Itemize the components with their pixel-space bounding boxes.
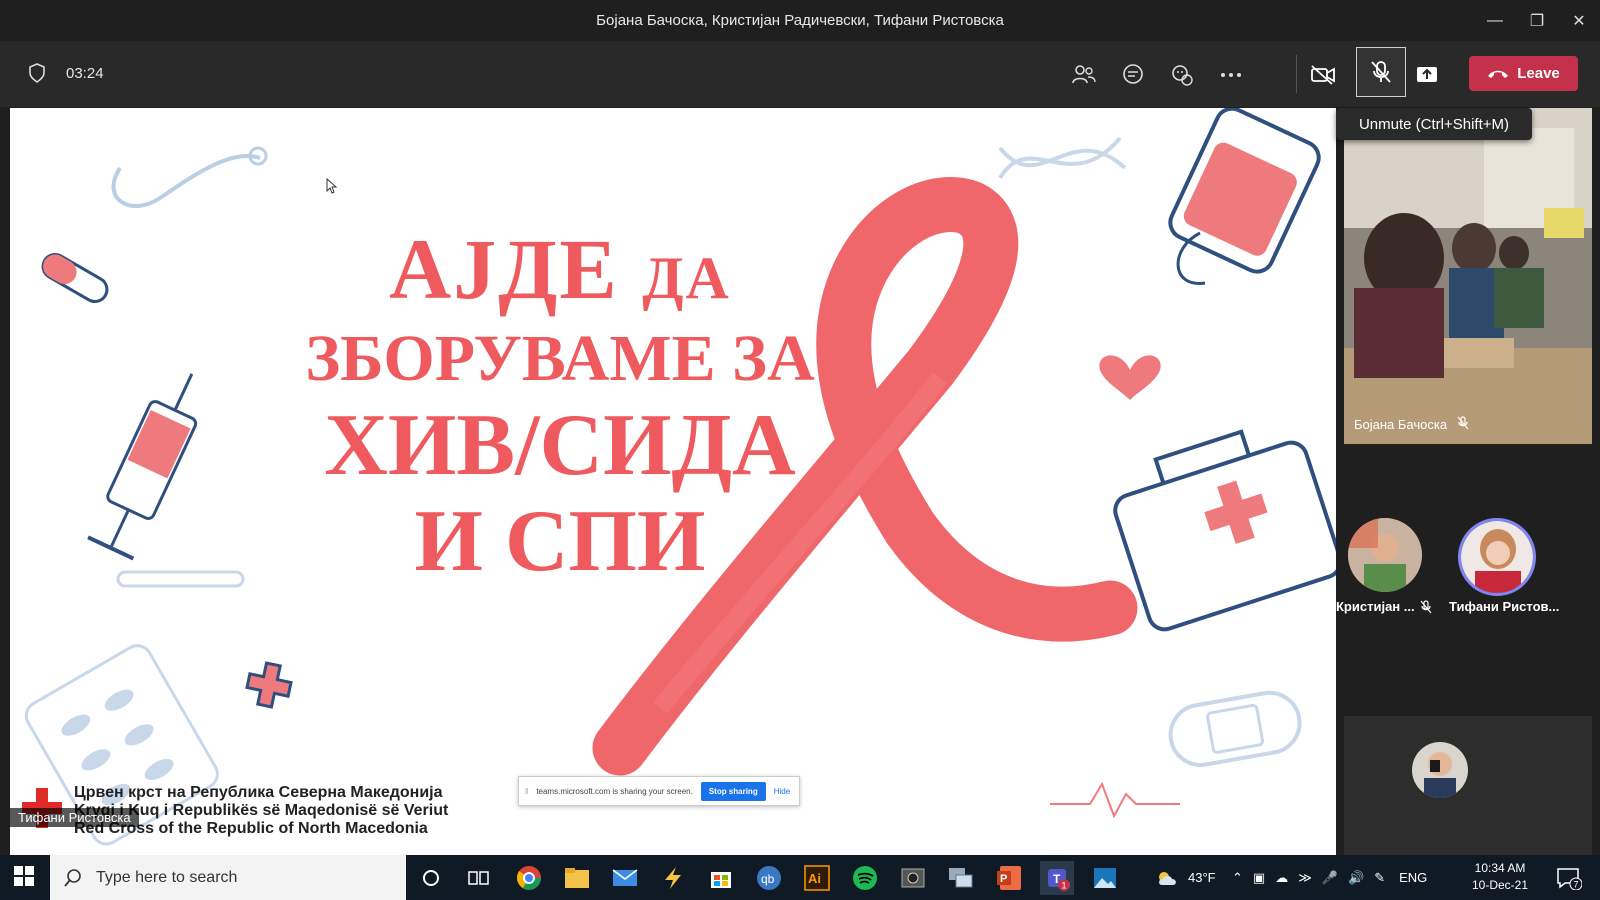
powerpoint-icon[interactable]: P — [992, 861, 1026, 895]
illustrator-icon[interactable]: Ai — [800, 861, 834, 895]
windows-start-icon[interactable] — [14, 866, 34, 886]
headline-line4: И СПИ — [414, 493, 706, 590]
search-icon — [64, 868, 81, 887]
volume-icon[interactable]: 🔊 — [1348, 870, 1364, 886]
notification-count: 7 — [1574, 880, 1579, 890]
clock-time: 10:34 AM — [1474, 861, 1526, 875]
slide-headline: АЈДЕ ДА ЗБОРУВАМЕ ЗА ХИВ/СИДА И СПИ — [280, 226, 840, 586]
close-icon[interactable]: ✕ — [1558, 0, 1600, 41]
chat-icon[interactable] — [1113, 55, 1153, 95]
teams-badge-count: 1 — [1062, 881, 1067, 891]
mic-off-icon — [1420, 600, 1432, 614]
participant-video-tile[interactable]: Бојана Бачоска — [1344, 108, 1592, 444]
share-message: teams.microsoft.com is sharing your scre… — [536, 786, 693, 796]
svg-text:qb: qb — [761, 872, 775, 886]
system-tray: ⌃ ▣ ☁ ≫ 🎤 🔊 ✎ ENG — [1232, 855, 1427, 900]
mail-icon[interactable] — [608, 861, 642, 895]
svg-text:Ai: Ai — [808, 871, 821, 886]
file-explorer-icon[interactable] — [560, 861, 594, 895]
headline-line3: ХИВ/СИДА — [324, 397, 796, 494]
chevron-up-icon[interactable]: ⌃ — [1232, 870, 1243, 886]
windows-taskbar: Type here to search qb Ai P T1 43°F ⌃ ▣ … — [0, 855, 1600, 900]
leave-label: Leave — [1517, 65, 1560, 82]
title-bar: Бојана Бачоска, Кристијан Радичевски, Ти… — [0, 0, 1600, 41]
stop-sharing-button[interactable]: Stop sharing — [700, 781, 766, 801]
task-view-icon[interactable] — [462, 861, 496, 895]
microsoft-store-icon[interactable] — [704, 861, 738, 895]
chrome-icon[interactable] — [512, 861, 546, 895]
search-placeholder: Type here to search — [96, 868, 238, 886]
mic-off-icon — [1457, 416, 1469, 430]
weather-temperature: 43°F — [1188, 870, 1216, 885]
cloud-icon — [1159, 871, 1176, 885]
window-controls: — ❐ ✕ — [1474, 0, 1600, 41]
language-indicator[interactable]: ENG — [1399, 870, 1427, 885]
headline-line1-small: ДА — [642, 245, 731, 311]
teams-icon[interactable]: T1 — [1040, 861, 1074, 895]
avatar[interactable] — [1458, 518, 1536, 596]
org-name-mk: Црвен крст на Република Северна Македони… — [74, 784, 443, 801]
leave-button[interactable]: Leave — [1469, 56, 1578, 91]
restore-icon[interactable]: ❐ — [1516, 0, 1558, 41]
participant-name: Тифани Ристов... — [1449, 599, 1560, 614]
microphone-icon[interactable]: 🎤 — [1322, 870, 1338, 886]
taskbar-clock[interactable]: 10:34 AM 10-Dec-21 — [1460, 860, 1540, 894]
classroom-video — [1344, 108, 1592, 444]
avatar — [1412, 742, 1468, 798]
weather-widget[interactable]: 43°F — [1156, 855, 1216, 900]
meeting-timer: 03:24 — [66, 65, 104, 82]
share-screen-icon[interactable] — [1407, 55, 1447, 95]
onedrive-icon[interactable]: ☁ — [1275, 870, 1288, 886]
photo-app-icon[interactable] — [896, 861, 930, 895]
avatar[interactable] — [1348, 518, 1422, 592]
taskbar-search-box[interactable]: Type here to search — [50, 855, 406, 900]
cortana-icon[interactable] — [414, 861, 448, 895]
window-title: Бојана Бачоска, Кристијан Радичевски, Ти… — [596, 12, 1004, 29]
reactions-icon[interactable] — [1162, 55, 1202, 95]
phone-hangup-icon — [1488, 70, 1509, 78]
meeting-toolbar: 03:24 Leave — [0, 41, 1600, 107]
zap-app-icon[interactable] — [656, 861, 690, 895]
unmute-tooltip: Unmute (Ctrl+Shift+M) — [1336, 108, 1532, 140]
pen-icon[interactable]: ✎ — [1374, 870, 1385, 886]
mic-off-icon — [1371, 61, 1391, 83]
toolbar-separator — [1296, 55, 1297, 93]
photos-icon[interactable] — [1088, 861, 1122, 895]
shared-screen: АЈДЕ ДА ЗБОРУВАМЕ ЗА ХИВ/СИДА И СПИ Црве… — [10, 108, 1336, 855]
remote-desktop-icon[interactable] — [944, 861, 978, 895]
participants-icon[interactable] — [1064, 55, 1104, 95]
headline-line2: ЗБОРУВАМЕ ЗА — [305, 322, 815, 395]
camera-off-icon[interactable] — [1303, 55, 1343, 95]
hide-button[interactable]: Hide — [774, 787, 790, 796]
drag-handle-icon[interactable]: ‖ — [525, 787, 528, 796]
qbittorrent-icon[interactable]: qb — [752, 861, 786, 895]
screen-share-bar: ‖ teams.microsoft.com is sharing your sc… — [518, 776, 800, 806]
self-view-tile[interactable] — [1344, 716, 1592, 855]
presenter-name-tag: Тифани Ристовска — [10, 808, 139, 827]
shield-icon — [29, 63, 45, 83]
participant-name: Бојана Бачоска — [1354, 417, 1448, 432]
mouse-cursor-icon — [326, 178, 338, 194]
spotify-icon[interactable] — [848, 861, 882, 895]
minimize-icon[interactable]: — — [1474, 0, 1516, 41]
svg-text:P: P — [1000, 873, 1007, 885]
notification-center-icon[interactable]: 7 — [1552, 861, 1586, 895]
wifi-icon[interactable]: ≫ — [1298, 870, 1312, 886]
more-options-icon[interactable] — [1211, 55, 1251, 95]
participant-name: Кристијан ... — [1336, 599, 1415, 614]
meet-now-icon[interactable]: ▣ — [1253, 870, 1265, 886]
microphone-toggle-button[interactable] — [1356, 47, 1406, 97]
clock-date: 10-Dec-21 — [1471, 878, 1529, 892]
headline-line1: АЈДЕ — [389, 221, 619, 317]
